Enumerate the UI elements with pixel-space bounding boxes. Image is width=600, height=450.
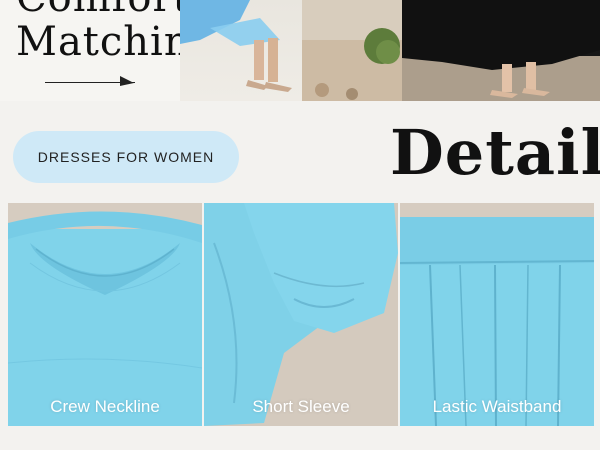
section-title-detail: Detail [390,116,600,189]
banner-photo-cactus [302,0,402,101]
crew-neckline-image [8,203,202,426]
dresses-for-women-button[interactable]: DRESSES FOR WOMEN [13,131,239,183]
detail-card-crew-neckline[interactable]: Crew Neckline [8,203,202,426]
banner-photo-blue-dress [180,0,305,101]
elastic-waistband-image [400,203,594,426]
detail-label-elastic-waistband: Lastic Waistband [432,397,562,416]
detail-label-short-sleeve: Short Sleeve [252,397,350,416]
banner-headline-line1: Comfort [16,0,190,18]
top-banner: Comfort Matching [0,0,600,101]
short-sleeve-image [204,203,398,426]
detail-card-elastic-waistband[interactable]: Lastic Waistband [400,203,594,426]
banner-photo-black-dress [402,0,600,101]
detail-card-short-sleeve[interactable]: Short Sleeve [204,203,398,426]
detail-label-crew-neckline: Crew Neckline [50,397,160,416]
